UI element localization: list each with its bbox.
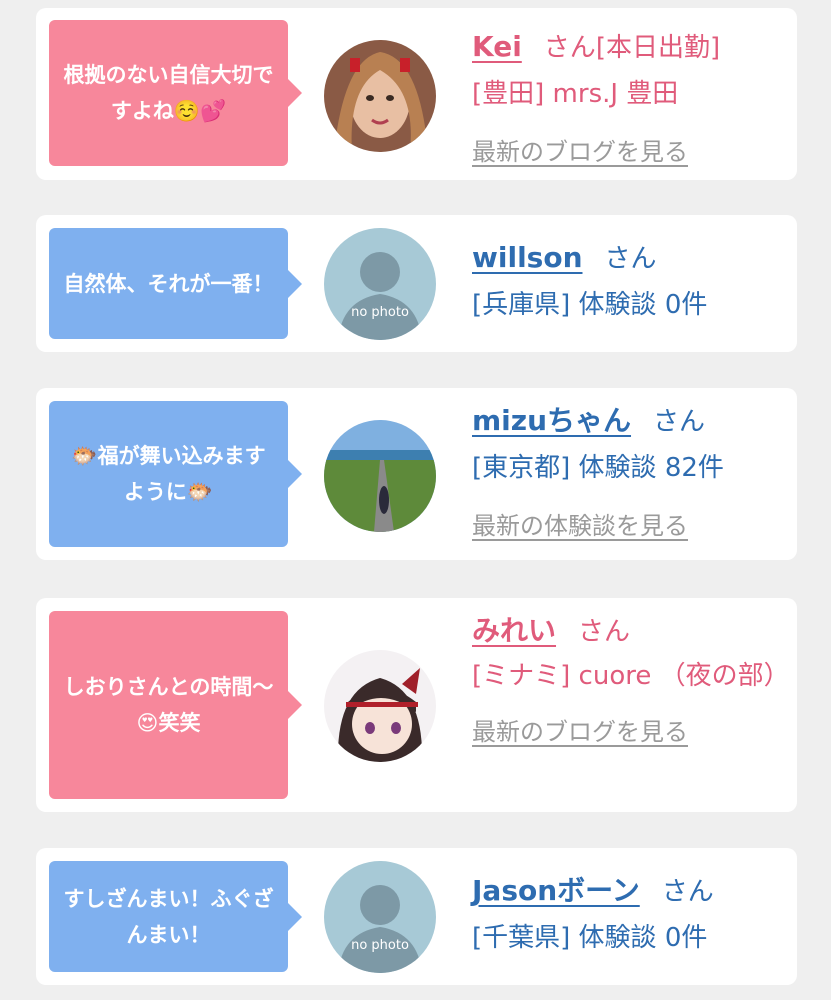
profile-info: Jasonボーン さん [千葉県] 体験談 0件 — [472, 868, 792, 961]
review-card: 根拠のない自信大切ですよね☺️💕 Kei さん[本日出勤] [豊田] mrs.J … — [36, 8, 797, 180]
profile-photo-icon — [324, 420, 436, 532]
area-detail: [東京都] 体験談 82件 — [472, 453, 724, 483]
honorific: さん — [578, 617, 631, 647]
no-photo-label: no photo — [351, 305, 409, 320]
honorific: さん — [543, 33, 596, 63]
profile-photo-icon — [324, 40, 436, 152]
review-card: すしざんまい！ふぐざんまい！ no photo Jasonボーン さん [千葉県]… — [36, 848, 797, 985]
message-bubble: 自然体、それが一番！ — [49, 228, 302, 339]
no-photo-icon: no photo — [324, 861, 436, 973]
name-line: Jasonボーン さん — [472, 868, 792, 915]
message-bubble: 🐡福が舞い込みますように🐡 — [49, 401, 302, 547]
message-bubble: しおりさんとの時間〜😍笑笑 — [49, 611, 302, 799]
avatar[interactable]: no photo — [324, 861, 436, 973]
no-photo-icon: no photo — [324, 228, 436, 340]
honorific: さん — [661, 877, 714, 907]
avatar[interactable] — [324, 650, 436, 762]
message-bubble: すしざんまい！ふぐざんまい！ — [49, 861, 302, 972]
profile-info: Kei さん[本日出勤] [豊田] mrs.J 豊田 最新のブログを見る — [472, 24, 792, 175]
message-text: 根拠のない自信大切ですよね☺️💕 — [63, 63, 274, 123]
profile-info: willson さん [兵庫県] 体験談 0件 — [472, 235, 792, 328]
profile-info: みれい さん [ミナミ] cuore （夜の部） 最新のブログを見る — [472, 608, 792, 755]
honorific: さん — [604, 244, 657, 274]
name-line: mizuちゃん さん — [472, 398, 792, 445]
latest-review-link[interactable]: 最新の体験談を見る — [472, 512, 688, 540]
no-photo-label: no photo — [351, 938, 409, 953]
message-bubble: 根拠のない自信大切ですよね☺️💕 — [49, 20, 302, 166]
message-text: しおりさんとの時間〜😍笑笑 — [63, 675, 274, 735]
profile-name-link[interactable]: Kei — [472, 30, 522, 63]
profile-name-link[interactable]: willson — [472, 241, 583, 274]
status-badge: [本日出勤] — [595, 33, 721, 63]
review-card: 🐡福が舞い込みますように🐡 mizuちゃん さん [東京都] 体験談 82件 最新… — [36, 388, 797, 560]
avatar[interactable]: no photo — [324, 228, 436, 340]
profile-name-link[interactable]: みれい — [472, 614, 556, 647]
avatar[interactable] — [324, 40, 436, 152]
review-card: 自然体、それが一番！ no photo willson さん [兵庫県] 体験談 … — [36, 215, 797, 352]
honorific: さん — [653, 407, 706, 437]
shop-detail: [豊田] mrs.J 豊田 — [472, 79, 679, 109]
message-text: すしざんまい！ふぐざんまい！ — [63, 886, 274, 947]
profile-name-link[interactable]: Jasonボーン — [472, 874, 640, 907]
profile-info: mizuちゃん さん [東京都] 体験談 82件 最新の体験談を見る — [472, 398, 792, 549]
name-line: みれい さん — [472, 608, 792, 655]
avatar[interactable] — [324, 420, 436, 532]
shop-detail: [ミナミ] cuore （夜の部） — [472, 661, 790, 691]
name-line: willson さん — [472, 235, 792, 282]
profile-name-link[interactable]: mizuちゃん — [472, 404, 631, 437]
review-card: しおりさんとの時間〜😍笑笑 みれい さん [ミナミ] cuore （夜の部） 最新… — [36, 598, 797, 812]
latest-blog-link[interactable]: 最新のブログを見る — [472, 718, 688, 746]
profile-photo-icon — [324, 650, 436, 762]
message-text: 自然体、それが一番！ — [63, 271, 274, 296]
name-line: Kei さん[本日出勤] — [472, 24, 792, 71]
latest-blog-link[interactable]: 最新のブログを見る — [472, 138, 688, 166]
message-text: 🐡福が舞い込みますように🐡 — [71, 444, 266, 504]
area-detail: [兵庫県] 体験談 0件 — [472, 290, 708, 320]
area-detail: [千葉県] 体験談 0件 — [472, 923, 708, 953]
